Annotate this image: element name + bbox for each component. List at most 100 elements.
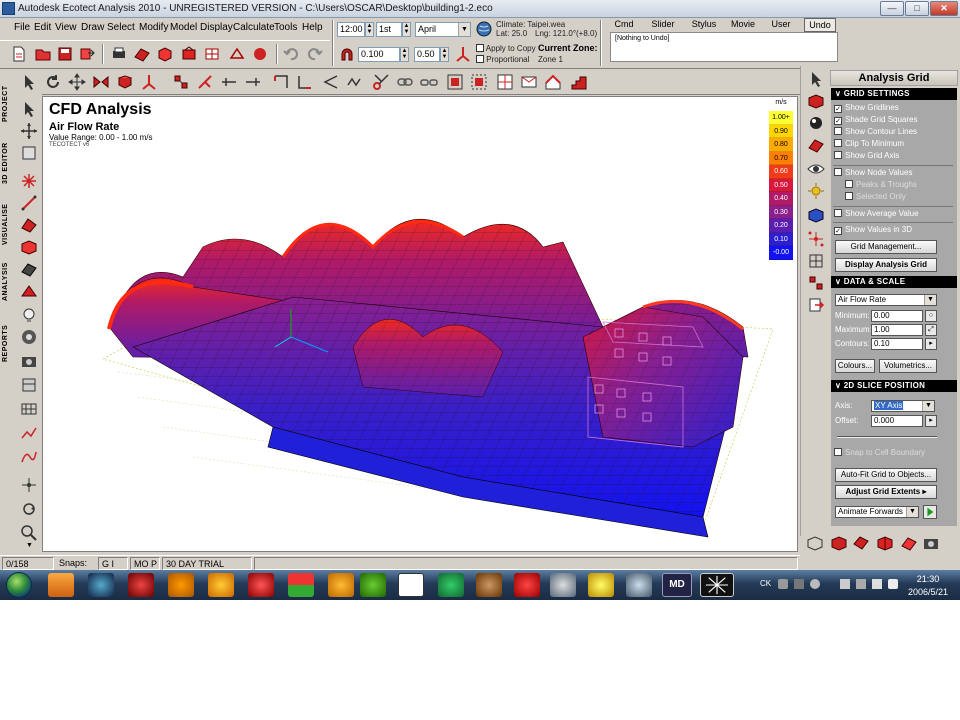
- offset-arrow-icon[interactable]: ▸: [925, 415, 937, 427]
- export-right-icon[interactable]: [807, 296, 825, 314]
- open-file-icon[interactable]: [34, 45, 52, 63]
- render-icon[interactable]: [133, 45, 151, 63]
- clock-date[interactable]: 2006/5/21: [900, 587, 956, 597]
- close-icon[interactable]: ✕: [930, 1, 958, 16]
- snap-cell-boundary-check[interactable]: Snap to Cell Boundary: [834, 448, 925, 457]
- node-tool-icon[interactable]: [172, 73, 190, 91]
- menu-calculate[interactable]: Calculate: [233, 22, 275, 33]
- menu-help[interactable]: Help: [302, 22, 323, 33]
- md-app-icon[interactable]: MD: [662, 573, 692, 597]
- show-node-values-check[interactable]: Show Node Values: [834, 168, 912, 177]
- colours-button[interactable]: Colours...: [835, 359, 875, 373]
- snap-line-icon[interactable]: [220, 73, 238, 91]
- animal-app-icon[interactable]: [476, 573, 502, 597]
- data-scale-header[interactable]: ∨ DATA & SCALE: [831, 276, 957, 288]
- qq-icon[interactable]: [328, 573, 354, 597]
- shaded-view-icon[interactable]: [251, 45, 269, 63]
- window-icon[interactable]: [496, 73, 514, 91]
- grid-tool-icon[interactable]: [20, 400, 38, 418]
- camera-bottom-icon[interactable]: [922, 534, 940, 552]
- snap-offset-field[interactable]: 0.100: [358, 47, 400, 62]
- show-average-value-check[interactable]: Show Average Value: [834, 209, 919, 218]
- show-values-3d-check[interactable]: ✓ Show Values in 3D: [834, 225, 912, 235]
- calendar-icon[interactable]: [398, 573, 424, 597]
- scale-field[interactable]: 0.50: [414, 47, 440, 62]
- windows-flag-icon[interactable]: [288, 573, 314, 597]
- start-button[interactable]: [6, 572, 32, 598]
- tab-slider[interactable]: Slider: [646, 18, 680, 32]
- clip-to-minimum-check[interactable]: Clip To Minimum: [834, 139, 904, 148]
- plus-app-icon[interactable]: [360, 573, 386, 597]
- minimize-icon[interactable]: —: [880, 1, 904, 16]
- polyline-icon[interactable]: [20, 424, 38, 442]
- corner-icon[interactable]: [272, 73, 290, 91]
- roof-tool-icon[interactable]: [20, 282, 38, 300]
- move-icon[interactable]: [68, 73, 86, 91]
- data-type-select[interactable]: Air Flow Rate ▼: [835, 294, 937, 306]
- undo-icon[interactable]: [282, 45, 300, 63]
- media-player-icon[interactable]: [48, 573, 74, 597]
- tab-undo[interactable]: Undo: [804, 18, 836, 32]
- ungroup-icon[interactable]: [470, 73, 488, 91]
- magnet-icon[interactable]: [338, 46, 356, 64]
- eye-icon[interactable]: [807, 160, 825, 178]
- minimum-field[interactable]: 0.00: [871, 310, 923, 322]
- new-file-icon[interactable]: [10, 45, 28, 63]
- grid-settings-header[interactable]: ∨ GRID SETTINGS: [831, 88, 957, 100]
- point-icon[interactable]: [20, 172, 38, 190]
- tab-reports[interactable]: REPORTS: [2, 318, 14, 368]
- zoom-icon[interactable]: [20, 524, 38, 542]
- shade-1-icon[interactable]: [830, 534, 848, 552]
- pointer-tool-icon[interactable]: [20, 100, 38, 118]
- month-select[interactable]: April ▼: [415, 22, 471, 37]
- snaps-value[interactable]: G I: [98, 557, 128, 570]
- material-icon[interactable]: [807, 92, 825, 110]
- menu-model[interactable]: Model: [170, 22, 197, 33]
- light-icon[interactable]: [20, 306, 38, 324]
- export-icon[interactable]: [78, 45, 96, 63]
- menu-modify[interactable]: Modify: [139, 22, 168, 33]
- grid-view-icon[interactable]: [203, 45, 221, 63]
- search-app-icon[interactable]: [550, 573, 576, 597]
- database-icon[interactable]: [807, 206, 825, 224]
- display-analysis-grid-button[interactable]: Display Analysis Grid: [835, 258, 937, 272]
- corner-2-icon[interactable]: [296, 73, 314, 91]
- apply-to-copy-check[interactable]: Apply to Copy: [476, 44, 536, 53]
- lock-icon[interactable]: ○: [925, 310, 937, 322]
- network-app-icon[interactable]: [626, 573, 652, 597]
- stair-icon[interactable]: [570, 73, 588, 91]
- slice-position-header[interactable]: ∨ 2D SLICE POSITION: [831, 380, 957, 392]
- model-view-icon[interactable]: [156, 45, 174, 63]
- show-contour-lines-check[interactable]: Show Contour Lines: [834, 127, 917, 136]
- time-field[interactable]: 12:00: [337, 22, 365, 37]
- curve-icon[interactable]: [20, 448, 38, 466]
- axis-tool-icon[interactable]: [140, 73, 158, 91]
- pointer-right-icon[interactable]: [807, 70, 825, 88]
- selected-only-check[interactable]: Selected Only: [845, 192, 906, 201]
- globe-icon[interactable]: [476, 21, 492, 37]
- angle-icon[interactable]: [322, 73, 340, 91]
- camera-icon[interactable]: [20, 352, 38, 370]
- offset-field[interactable]: 0.000: [871, 415, 923, 427]
- usb-icon[interactable]: [888, 579, 898, 589]
- menu-display[interactable]: Display: [200, 22, 233, 33]
- shade-2-icon[interactable]: [852, 534, 870, 552]
- zigzag-icon[interactable]: [346, 73, 364, 91]
- menu-file[interactable]: File: [14, 22, 30, 33]
- pointer-icon[interactable]: [20, 73, 38, 91]
- link-icon[interactable]: [396, 73, 414, 91]
- 3d-viewport[interactable]: CFD Analysis Air Flow Rate Value Range: …: [42, 96, 798, 552]
- play-button[interactable]: [923, 505, 937, 519]
- scroll-down-icon[interactable]: ▼: [26, 542, 33, 549]
- undo-list[interactable]: [Nothing to Undo]: [610, 32, 838, 62]
- clock-time[interactable]: 21:30: [908, 574, 948, 584]
- speaker-icon[interactable]: [20, 328, 38, 346]
- menu-select[interactable]: Select: [107, 22, 135, 33]
- adjust-grid-extents-button[interactable]: Adjust Grid Extents ▸: [835, 485, 937, 499]
- print-icon[interactable]: [110, 45, 128, 63]
- extrude-icon[interactable]: [116, 73, 134, 91]
- menu-view[interactable]: View: [55, 22, 77, 33]
- windows-media-icon[interactable]: [88, 573, 114, 597]
- show-grid-axis-check[interactable]: Show Grid Axis: [834, 151, 899, 160]
- scissors-icon[interactable]: [372, 73, 390, 91]
